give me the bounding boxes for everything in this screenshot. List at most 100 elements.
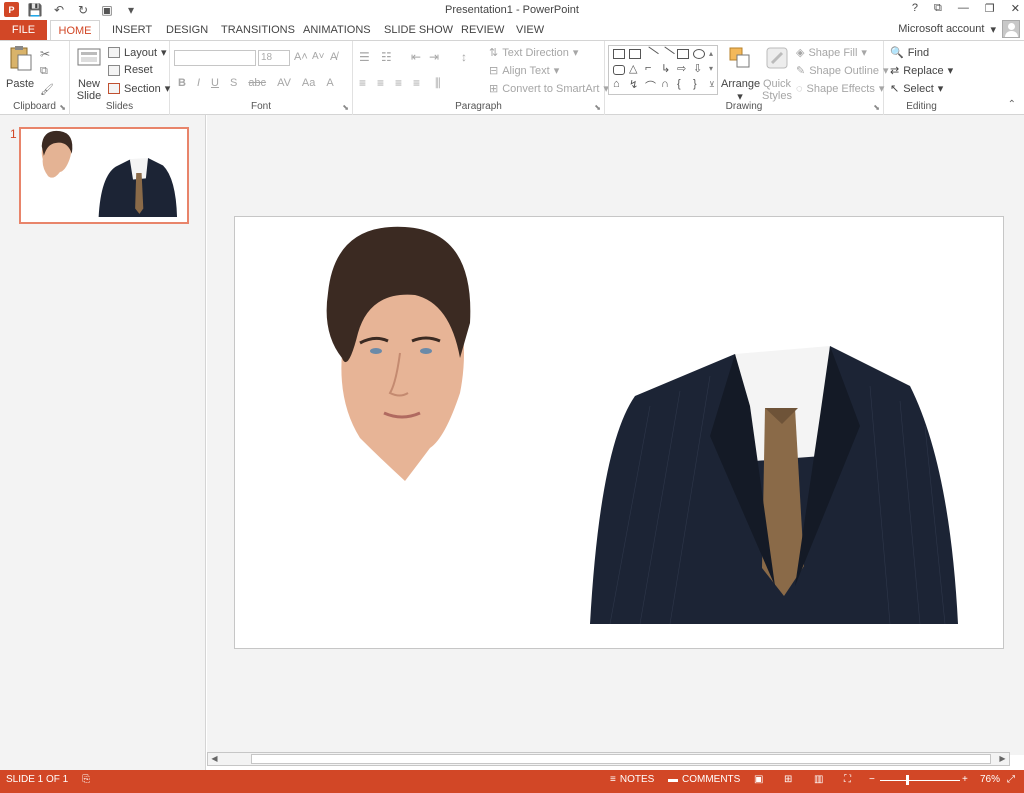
- scroll-right-icon[interactable]: ▶: [996, 753, 1009, 765]
- notes-button[interactable]: ≡ NOTES: [610, 774, 654, 785]
- align-center-icon[interactable]: ≡: [377, 76, 384, 90]
- decrease-indent-icon[interactable]: ⇤: [411, 50, 421, 64]
- shape-curve-icon[interactable]: ↯: [629, 78, 638, 91]
- bullets-icon[interactable]: ☰: [359, 50, 370, 64]
- font-name-box[interactable]: [174, 50, 256, 66]
- shape-wave-icon[interactable]: ∩: [661, 78, 669, 90]
- spelling-check-icon[interactable]: ⎘: [82, 774, 90, 785]
- zoom-slider[interactable]: [880, 780, 960, 781]
- character-spacing-button[interactable]: AV: [277, 77, 291, 89]
- shape-triangle-icon[interactable]: △: [629, 62, 637, 75]
- reset-button[interactable]: Reset: [108, 64, 153, 76]
- shape-elbow-icon[interactable]: ⌐: [645, 62, 651, 74]
- shape-right-arrow-icon[interactable]: ⇨: [677, 62, 686, 75]
- close-icon[interactable]: ✕: [1011, 2, 1020, 15]
- slide-show-icon[interactable]: ⛶: [844, 774, 851, 785]
- italic-button[interactable]: I: [197, 77, 200, 89]
- tab-animations[interactable]: ANIMATIONS: [303, 20, 371, 40]
- tab-home[interactable]: HOME: [50, 20, 100, 41]
- justify-icon[interactable]: ≡: [413, 76, 420, 90]
- shape-rounded-rect-icon[interactable]: [613, 65, 625, 75]
- slide-canvas[interactable]: [234, 216, 1004, 649]
- slide-sorter-icon[interactable]: ⊞: [784, 774, 792, 785]
- shadow-button[interactable]: S: [230, 77, 237, 89]
- shape-arc-icon[interactable]: ⌒: [645, 78, 656, 94]
- arrange-button[interactable]: Arrange ▾: [721, 45, 760, 103]
- shrink-font-icon[interactable]: A˅: [312, 51, 325, 62]
- tab-transitions[interactable]: TRANSITIONS: [221, 20, 295, 40]
- bold-button[interactable]: B: [178, 77, 186, 89]
- format-painter-icon[interactable]: 🖌: [40, 83, 54, 96]
- zoom-out-icon[interactable]: −: [869, 774, 875, 785]
- convert-smartart-button[interactable]: ⊞ Convert to SmartArt ▾: [489, 82, 609, 96]
- account-area[interactable]: Microsoft account ▾: [898, 20, 1020, 38]
- tab-review[interactable]: REVIEW: [461, 20, 504, 40]
- shape-textbox-icon[interactable]: [629, 49, 641, 59]
- align-text-button[interactable]: ⊟ Align Text ▾: [489, 64, 559, 78]
- clipboard-launcher-icon[interactable]: ⬊: [59, 103, 66, 112]
- columns-icon[interactable]: ⫼: [435, 76, 441, 91]
- comments-button[interactable]: ▬ COMMENTS: [668, 774, 740, 785]
- paste-button[interactable]: Paste: [6, 45, 34, 90]
- tab-slide-show[interactable]: SLIDE SHOW: [384, 20, 453, 40]
- text-direction-button[interactable]: ⇅ Text Direction ▾: [489, 46, 578, 60]
- shape-rectangle-icon[interactable]: [677, 49, 689, 59]
- new-slide-button[interactable]: New Slide: [74, 45, 104, 102]
- layout-button[interactable]: Layout ▾: [108, 46, 167, 59]
- zoom-level[interactable]: 76%: [980, 774, 1000, 785]
- restore-icon[interactable]: ❐: [985, 2, 995, 15]
- shape-flowchart-icon[interactable]: ⌂: [613, 78, 620, 90]
- slide-thumbnail[interactable]: [19, 127, 189, 224]
- shape-arrow-icon[interactable]: [613, 49, 625, 59]
- shape-effects-button[interactable]: ◌ Shape Effects ▾: [796, 82, 884, 96]
- align-right-icon[interactable]: ≡: [395, 76, 402, 90]
- scroll-left-icon[interactable]: ◀: [208, 753, 221, 765]
- shape-line-icon[interactable]: [643, 46, 659, 62]
- shape-arrow-line-icon[interactable]: [659, 46, 675, 62]
- font-size-box[interactable]: 18: [258, 50, 290, 66]
- increase-indent-icon[interactable]: ⇥: [429, 50, 439, 64]
- shape-oval-icon[interactable]: [693, 49, 705, 59]
- tab-design[interactable]: DESIGN: [166, 20, 208, 40]
- tab-file[interactable]: FILE: [0, 20, 47, 40]
- align-left-icon[interactable]: ≡: [359, 76, 366, 90]
- account-label[interactable]: Microsoft account: [898, 23, 984, 35]
- grow-font-icon[interactable]: A˄: [294, 51, 308, 63]
- shape-outline-button[interactable]: ✎ Shape Outline ▾: [796, 64, 888, 78]
- clear-formatting-icon[interactable]: A̸: [330, 51, 337, 63]
- change-case-button[interactable]: Aa: [302, 77, 315, 89]
- shape-brace-icon[interactable]: {: [677, 78, 681, 90]
- horizontal-scrollbar[interactable]: ◀ ▶: [207, 752, 1010, 766]
- account-dropdown-icon[interactable]: ▾: [990, 23, 996, 36]
- font-color-button[interactable]: A: [326, 77, 333, 89]
- tab-view[interactable]: VIEW: [516, 20, 544, 40]
- cut-icon[interactable]: ✂: [40, 47, 50, 61]
- ribbon-display-options-icon[interactable]: ⧉: [934, 2, 942, 15]
- shape-brace-close-icon[interactable]: }: [693, 78, 697, 90]
- select-button[interactable]: ↖ Select ▾: [890, 82, 943, 96]
- suit-image[interactable]: [590, 346, 960, 624]
- fit-to-window-icon[interactable]: ⤢: [1007, 774, 1015, 785]
- drawing-launcher-icon[interactable]: ⬊: [873, 103, 880, 112]
- strikethrough-button[interactable]: abc: [248, 77, 266, 89]
- minimize-icon[interactable]: —: [958, 2, 969, 15]
- underline-button[interactable]: U: [211, 77, 219, 89]
- numbering-icon[interactable]: ☷: [381, 50, 392, 64]
- collapse-ribbon-icon[interactable]: ⌃: [1008, 99, 1016, 110]
- section-button[interactable]: Section ▾: [108, 82, 170, 95]
- quick-styles-button[interactable]: Quick Styles: [761, 45, 793, 102]
- font-launcher-icon[interactable]: ⬊: [342, 103, 349, 112]
- scrollbar-thumb[interactable]: [251, 754, 991, 764]
- shape-down-arrow-icon[interactable]: ⇩: [693, 62, 702, 75]
- gallery-down-icon[interactable]: ▾: [709, 64, 713, 73]
- gallery-up-icon[interactable]: ▴: [709, 49, 713, 58]
- zoom-in-icon[interactable]: +: [962, 774, 968, 785]
- shape-elbow-arrow-icon[interactable]: ↳: [661, 62, 670, 75]
- shapes-gallery[interactable]: △ ⌐ ↳ ⇨ ⇩ ⌂ ↯ ⌒ ∩ { } ▴ ▾ ⊻: [608, 45, 718, 95]
- tab-insert[interactable]: INSERT: [112, 20, 152, 40]
- replace-button[interactable]: ⇄ Replace ▾: [890, 64, 953, 78]
- gallery-more-icon[interactable]: ⊻: [709, 80, 715, 89]
- help-icon[interactable]: ?: [912, 2, 918, 15]
- line-spacing-icon[interactable]: ↕: [461, 50, 467, 64]
- shape-fill-button[interactable]: ◈ Shape Fill ▾: [796, 46, 867, 60]
